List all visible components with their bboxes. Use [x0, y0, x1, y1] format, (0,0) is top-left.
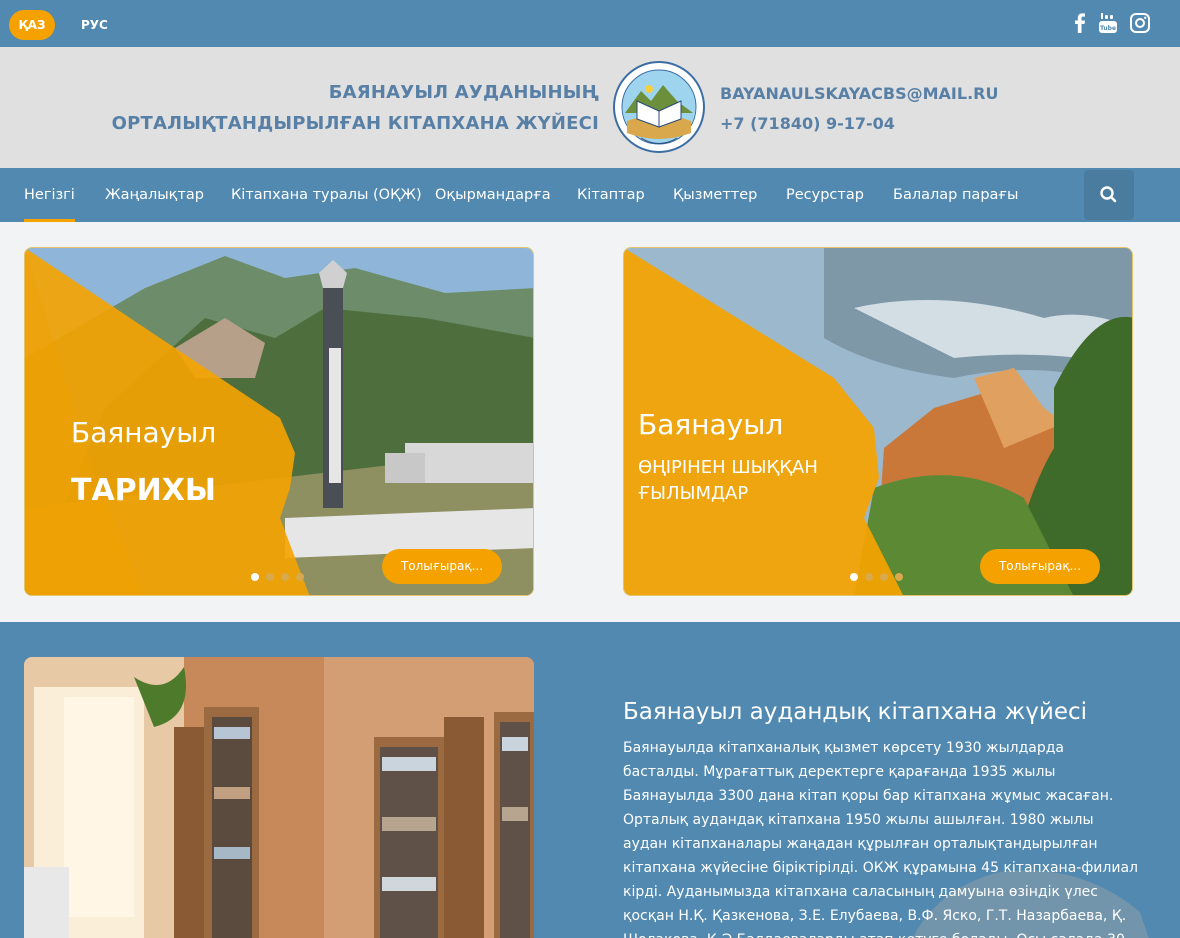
lang-rus-button[interactable]: РУС — [81, 10, 108, 40]
slide-dot[interactable] — [865, 573, 873, 581]
slider-section: Баянауыл ТАРИХЫ Толығырақ... Баянауыл ӨҢ… — [0, 222, 1180, 622]
nav-item-readers[interactable]: Оқырмандарға — [435, 168, 551, 222]
read-more-button[interactable]: Толығырақ... — [980, 549, 1100, 584]
slide-subtitle-2: ӨҢІРІНЕН ШЫҚҚАН — [638, 457, 818, 478]
nav-item-services[interactable]: Қызметтер — [673, 168, 757, 222]
slide-card-scientists[interactable]: Баянауыл ӨҢІРІНЕН ШЫҚҚАН ҒЫЛЫМДАР Толығы… — [623, 247, 1133, 596]
youtube-icon[interactable]: Tube — [1097, 12, 1119, 34]
slide-dot[interactable] — [251, 573, 259, 581]
about-section: Баянауыл аудандық кітапхана жүйесі Баяна… — [0, 622, 1180, 938]
main-nav: Негізгі Жаңалықтар Кітапхана туралы (ОҚЖ… — [0, 168, 1180, 222]
slide-dots-1[interactable] — [251, 573, 311, 581]
nav-item-kids[interactable]: Балалар парағы — [893, 168, 1018, 222]
slide-dot[interactable] — [895, 573, 903, 581]
nav-item-about-library[interactable]: Кітапхана туралы (ОҚЖ) — [231, 168, 422, 222]
search-icon — [1100, 186, 1117, 203]
contact-email-link[interactable]: BAYANAULSKAYACBS@MAIL.RU — [720, 84, 998, 103]
slide-subtitle-2b: ҒЫЛЫМДАР — [638, 483, 749, 504]
slide-dot[interactable] — [296, 573, 304, 581]
nav-item-news[interactable]: Жаңалықтар — [105, 168, 204, 222]
slide-title-1: Баянауыл — [71, 416, 217, 449]
library-logo[interactable] — [613, 61, 705, 153]
top-bar: ҚАЗ РУС Tube — [0, 0, 1180, 47]
slide-card-history[interactable]: Баянауыл ТАРИХЫ Толығырақ... — [24, 247, 534, 596]
about-title: Баянауыл аудандық кітапхана жүйесі — [623, 699, 1088, 725]
lang-kaz-button[interactable]: ҚАЗ — [9, 10, 55, 40]
slide-dot[interactable] — [880, 573, 888, 581]
library-interior-image — [24, 657, 534, 938]
instagram-icon[interactable] — [1129, 12, 1151, 34]
slide-subtitle-1: ТАРИХЫ — [71, 473, 216, 508]
slide-dot[interactable] — [281, 573, 289, 581]
contact-phone: +7 (71840) 9-17-04 — [720, 114, 895, 133]
about-text: Баянауылда кітапханалық қызмет көрсету 1… — [623, 740, 1138, 938]
site-title-line2: ОРТАЛЫҚТАНДЫРЫЛҒАН КІТАПХАНА ЖҮЙЕСІ — [111, 113, 599, 134]
nav-item-books[interactable]: Кітаптар — [577, 168, 645, 222]
svg-text:Tube: Tube — [1100, 25, 1116, 32]
slide-title-2: Баянауыл — [638, 408, 784, 441]
slide-dot[interactable] — [850, 573, 858, 581]
facebook-icon[interactable] — [1069, 12, 1091, 34]
nav-item-home[interactable]: Негізгі — [24, 168, 75, 222]
site-header: БАЯНАУЫЛ АУДАНЫНЫҢ ОРТАЛЫҚТАНДЫРЫЛҒАН КІ… — [0, 47, 1180, 168]
slide-dots-2[interactable] — [850, 573, 910, 581]
read-more-button[interactable]: Толығырақ... — [382, 549, 502, 584]
search-button[interactable] — [1084, 170, 1134, 220]
site-title-line1: БАЯНАУЫЛ АУДАНЫНЫҢ — [328, 82, 599, 103]
slide-dot[interactable] — [266, 573, 274, 581]
nav-item-resources[interactable]: Ресурстар — [786, 168, 864, 222]
